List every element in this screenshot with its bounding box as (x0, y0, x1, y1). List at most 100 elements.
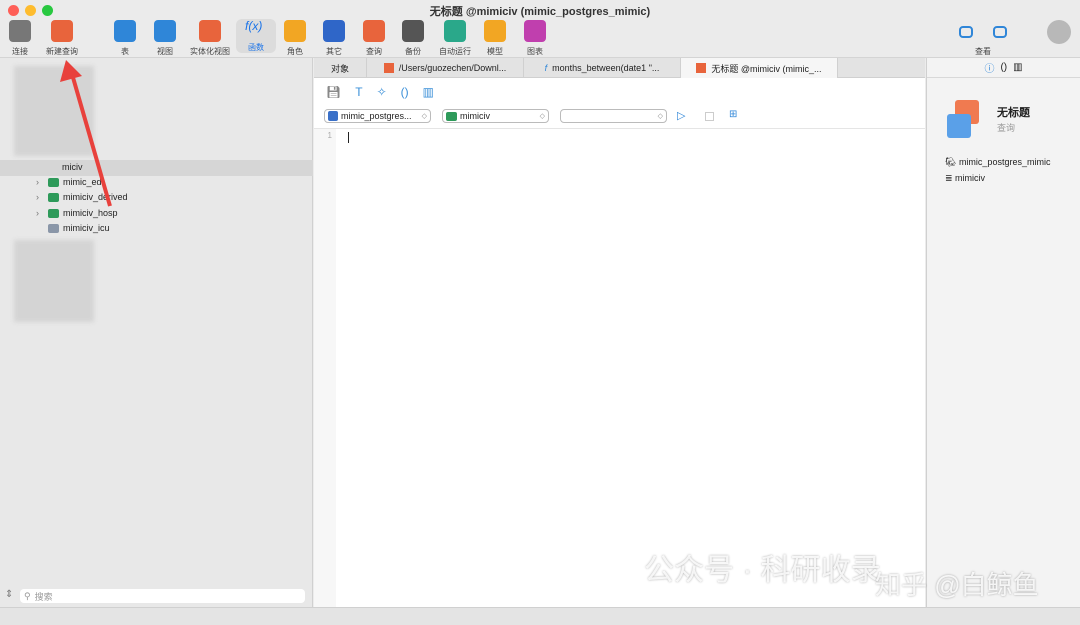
tab-query[interactable]: 无标题 @mimiciv (mimic_... (681, 58, 838, 78)
toolbar-label: 新建查询 (46, 47, 78, 56)
tab-file[interactable]: /Users/guozechen/Downl... (367, 58, 524, 78)
toolbar-table-button[interactable]: 表 (105, 20, 145, 57)
query-large-icon-back (947, 114, 971, 138)
watermark-right: 知乎 @白鲸鱼 (875, 570, 1039, 600)
stop-button[interactable] (705, 112, 714, 121)
toolbar-label: 其它 (326, 47, 342, 56)
sidebar-left-icon (959, 26, 973, 38)
role-icon (284, 20, 306, 42)
toolbar-view-button[interactable]: 视图 (145, 20, 185, 57)
explain-tree-button[interactable]: ⊞ (729, 109, 737, 120)
robot-icon (444, 20, 466, 42)
toggle-right-panel-button[interactable] (980, 20, 1020, 42)
tab-objects[interactable]: 对象 (314, 58, 367, 78)
query-icon (363, 20, 385, 42)
line-numbers: 1 (314, 128, 336, 607)
parentheses-icon[interactable]: () (401, 85, 409, 99)
connection-select[interactable]: mimic_postgres... ◇ (324, 109, 431, 123)
info-panel: ⓘ () ▥ 无标题 查询 🐘︎ mimic_postgres_mimic ≣ mi… (926, 58, 1080, 607)
info-database: ≣ mimiciv (945, 173, 986, 183)
chevron-right-icon[interactable]: › (36, 208, 44, 218)
function-icon: f (544, 63, 548, 73)
tools-icon (323, 20, 345, 42)
info-type: 查询 (997, 123, 1016, 133)
materialized-view-icon (199, 20, 221, 42)
database-select[interactable]: mimiciv ◇ (442, 109, 549, 123)
schema-icon (48, 208, 59, 218)
toolbar-label: 连接 (12, 47, 28, 56)
schema-select[interactable]: ◇ (560, 109, 667, 123)
function-icon: f(x) (245, 19, 263, 33)
plug-icon (9, 20, 31, 42)
search-icon: ⚲ (24, 590, 31, 601)
chevron-right-icon[interactable]: › (36, 177, 44, 187)
info-title: 无标题 (997, 107, 1030, 119)
info-tabs: ⓘ () ▥ (927, 58, 1080, 78)
editor-toolbar: 💾︎ T ✧ () ▥ (314, 78, 925, 106)
model-icon (484, 20, 506, 42)
database-icon (446, 111, 457, 121)
toolbar-label: 角色 (287, 47, 303, 56)
backup-icon (402, 20, 424, 42)
query-icon (696, 63, 707, 73)
chevron-right-icon[interactable]: › (36, 192, 44, 202)
grid-icon[interactable]: ▥ (1013, 62, 1022, 73)
tab-bar: 对象 /Users/guozechen/Downl... f months_bet… (314, 58, 925, 78)
toolbar-label: 查询 (366, 47, 382, 56)
run-button[interactable]: ▷ (677, 109, 685, 122)
window-title: 无标题 @mimiciv (mimic_postgres_mimic) (429, 6, 651, 18)
postgres-icon (328, 111, 338, 121)
format-icon[interactable]: T (355, 85, 362, 99)
toolbar-label: 函数 (248, 43, 264, 52)
status-bar (0, 607, 1080, 625)
filter-icon[interactable]: ⇕ (5, 589, 13, 600)
info-icon[interactable]: ⓘ (984, 60, 994, 75)
search-input[interactable]: ⚲ 搜索 (20, 589, 305, 603)
toolbar-label: 自动运行 (439, 47, 471, 56)
user-avatar[interactable] (1047, 20, 1071, 44)
database-icon: ≣ (945, 173, 956, 183)
chart-icon (524, 20, 546, 42)
tab-function[interactable]: f months_between(date1 "... (524, 58, 681, 78)
toolbar-chart-button[interactable]: 图表 (515, 20, 555, 57)
toolbar-role-button[interactable]: 角色 (275, 20, 315, 57)
sidebar-right-icon (993, 26, 1007, 38)
sql-text-area[interactable] (336, 128, 925, 607)
toolbar-function-button[interactable]: f(x) 函数 (236, 19, 276, 53)
toolbar-new-query-button[interactable]: 新建查询 (42, 20, 82, 57)
view-icon (154, 20, 176, 42)
toolbar-label: 模型 (487, 47, 503, 56)
schema-icon (48, 192, 59, 202)
view-label: 查看 (975, 47, 991, 56)
toolbar-tools-button[interactable]: 其它 (314, 20, 354, 57)
blurred-region (14, 240, 94, 322)
tree-item-mimiciv-icu[interactable]: mimiciv_icu (36, 220, 110, 236)
toolbar-model-button[interactable]: 模型 (475, 20, 515, 57)
explain-icon[interactable]: ▥ (423, 85, 434, 99)
toolbar-label: 实体化视图 (190, 47, 230, 56)
toolbar-robot-button[interactable]: 自动运行 (435, 20, 475, 57)
new-query-icon (51, 20, 73, 42)
schema-icon (48, 223, 59, 233)
ddl-icon[interactable]: () (1000, 62, 1007, 73)
magic-wand-icon[interactable]: ✧ (377, 85, 387, 99)
info-connection: 🐘︎ mimic_postgres_mimic (945, 157, 1051, 167)
watermark-left: 公众号 · 科研收录 (644, 554, 881, 587)
query-editor: 💾︎ T ✧ () ▥ mimic_postgres... ◇ mimiciv ◇ … (314, 78, 925, 607)
title-bar: 无标题 @mimiciv (mimic_postgres_mimic) 连接 新建… (0, 0, 1080, 58)
toolbar-plug-button[interactable]: 连接 (0, 20, 40, 57)
table-icon (114, 20, 136, 42)
toolbar-label: 表 (121, 47, 129, 56)
toolbar-backup-button[interactable]: 备份 (393, 20, 433, 57)
query-icon (383, 63, 394, 73)
toolbar-label: 备份 (405, 47, 421, 56)
toolbar-materialized-view-button[interactable]: 实体化视图 (190, 20, 230, 57)
text-cursor (348, 132, 349, 143)
save-icon[interactable]: 💾︎ (326, 85, 341, 99)
postgres-icon: 🐘︎ (945, 157, 959, 167)
red-arrow-annotation (60, 60, 112, 207)
toolbar-query-button[interactable]: 查询 (354, 20, 394, 57)
toolbar-label: 图表 (527, 47, 543, 56)
schema-icon (48, 177, 59, 187)
object-sidebar: miciv › mimic_ed › mimiciv_derived › mimici… (0, 58, 313, 607)
